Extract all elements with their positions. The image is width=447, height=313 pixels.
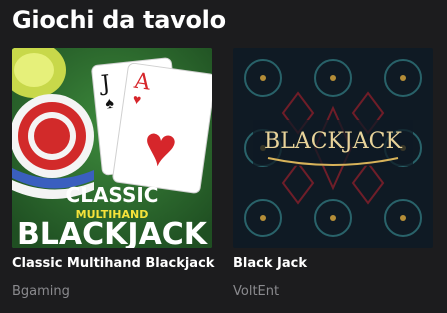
game-card-black-jack[interactable]: BLACKJACK Black Jack VoltEnt <box>233 48 433 299</box>
game-thumbnail[interactable]: BLACKJACK <box>233 48 433 248</box>
classic-blackjack-artwork: J ♠ A ♥ ♥ CLASSIC MULTIHAND BLACKJACK <box>12 48 212 248</box>
svg-text:BLACKJACK: BLACKJACK <box>17 217 209 248</box>
playing-card-a-icon: A ♥ ♥ <box>112 62 212 194</box>
svg-text:CLASSIC: CLASSIC <box>66 183 159 207</box>
game-provider: Bgaming <box>12 284 70 299</box>
game-provider: VoltEnt <box>233 284 280 299</box>
game-thumbnail[interactable]: J ♠ A ♥ ♥ CLASSIC MULTIHAND BLACKJACK <box>12 48 212 248</box>
game-card-classic-multihand-blackjack[interactable]: J ♠ A ♥ ♥ CLASSIC MULTIHAND BLACKJACK Cl… <box>12 48 214 299</box>
svg-text:BLACKJACK: BLACKJACK <box>264 129 402 154</box>
section-title: Giochi da tavolo <box>12 6 226 34</box>
black-jack-artwork: BLACKJACK <box>233 48 433 248</box>
game-name[interactable]: Black Jack <box>233 256 307 271</box>
game-name[interactable]: Classic Multihand Blackjack <box>12 256 214 271</box>
